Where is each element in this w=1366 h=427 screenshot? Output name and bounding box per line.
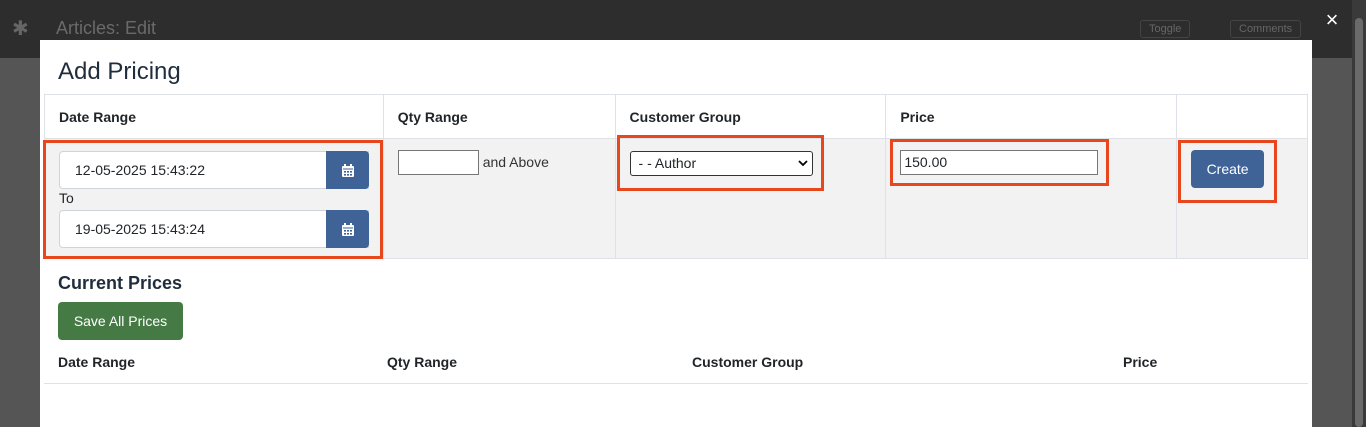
current-header-price: Price [1123, 354, 1158, 370]
header-qty-range: Qty Range [382, 94, 616, 139]
date-to-calendar-button[interactable] [326, 210, 369, 248]
qty-input[interactable] [397, 150, 479, 175]
price-input[interactable]: 150.00 [900, 150, 1099, 175]
price-cell: 150.00 [885, 138, 1178, 259]
to-label: To [59, 190, 74, 206]
current-prices-title: Current Prices [58, 273, 183, 293]
scrollbar-thumb[interactable] [1355, 18, 1363, 427]
qty-range-cell: and Above [382, 138, 616, 259]
save-all-prices-button[interactable]: Save All Prices [58, 302, 183, 340]
modal-title: Add Pricing [58, 58, 181, 85]
current-prices-divider [44, 383, 1308, 384]
date-to-input[interactable]: 19-05-2025 15:43:24 [59, 210, 369, 248]
date-from-input[interactable]: 12-05-2025 15:43:22 [59, 151, 369, 189]
close-icon[interactable]: × [1322, 8, 1342, 32]
header-action [1176, 94, 1308, 139]
comments-button: Comments [1230, 20, 1302, 38]
joomla-logo-icon: ✱ [12, 18, 29, 40]
current-header-date-range: Date Range [58, 354, 136, 370]
customer-group-cell: - - Author [614, 138, 887, 259]
customer-group-select[interactable]: - - Author [629, 151, 813, 176]
create-button[interactable]: Create [1191, 150, 1265, 188]
add-pricing-modal: Add Pricing Date Range Qty Range Custome… [40, 40, 1312, 427]
header-customer-group: Customer Group [614, 94, 887, 139]
new-price-row: 12-05-2025 15:43:22 To 19-05-2025 15:43:… [44, 138, 1308, 259]
current-header-customer-group: Customer Group [692, 354, 804, 370]
page-title: Articles: Edit [56, 18, 157, 38]
current-header-qty-range: Qty Range [387, 354, 458, 370]
and-above-label: and Above [482, 154, 549, 170]
date-from-calendar-button[interactable] [326, 151, 369, 189]
scrollbar[interactable] [1352, 0, 1366, 427]
action-cell: Create [1176, 138, 1308, 259]
pricing-table: Date Range Qty Range Customer Group Pric… [44, 94, 1308, 259]
calendar-icon [341, 163, 354, 177]
calendar-icon [341, 222, 354, 236]
customer-group-selected: - - Author [638, 155, 697, 171]
header-date-range: Date Range [44, 94, 384, 139]
chevron-down-icon [797, 160, 808, 167]
header-price: Price [885, 94, 1178, 139]
date-range-cell: 12-05-2025 15:43:22 To 19-05-2025 15:43:… [44, 138, 384, 259]
toggle-button: Toggle [1140, 20, 1191, 38]
